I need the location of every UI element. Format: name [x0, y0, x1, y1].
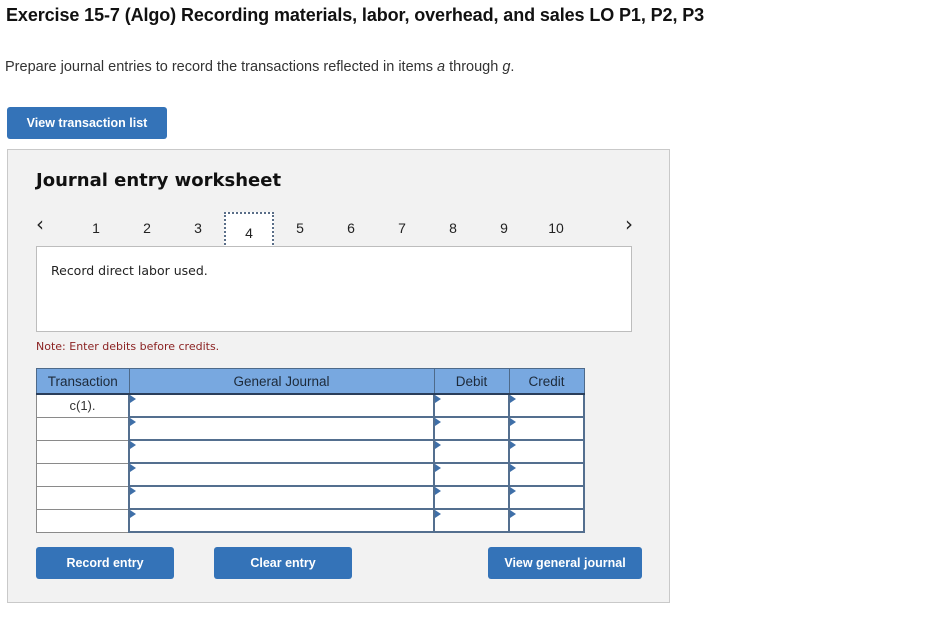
- journal-row: c(1).: [36, 393, 585, 418]
- transaction-description-box: Record direct labor used.: [36, 246, 632, 332]
- transaction-cell: c(1).: [36, 393, 130, 418]
- exercise-title: Exercise 15-7 (Algo) Recording materials…: [6, 5, 705, 25]
- credit-input[interactable]: [508, 416, 585, 441]
- debit-input[interactable]: [433, 508, 510, 533]
- transaction-description: Record direct labor used.: [51, 263, 208, 278]
- transaction-cell: [36, 508, 130, 533]
- debit-input[interactable]: [433, 416, 510, 441]
- debits-credits-note: Note: Enter debits before credits.: [36, 340, 220, 353]
- page-tab-9[interactable]: 9: [479, 212, 529, 244]
- header-credit: Credit: [508, 368, 585, 395]
- page-tab-6[interactable]: 6: [326, 212, 376, 244]
- page-tab-1[interactable]: 1: [71, 212, 121, 244]
- prev-page-icon[interactable]: ‹: [36, 212, 44, 236]
- account-input[interactable]: [128, 393, 435, 418]
- instruction-item-a: a: [437, 59, 446, 75]
- credit-input[interactable]: [508, 393, 585, 418]
- journal-row: [36, 462, 585, 487]
- journal-row: [36, 416, 585, 441]
- page-tab-7[interactable]: 7: [377, 212, 427, 244]
- debit-input[interactable]: [433, 393, 510, 418]
- credit-input[interactable]: [508, 439, 585, 464]
- journal-table: Transaction General Journal Debit Credit…: [36, 368, 585, 533]
- debit-input[interactable]: [433, 462, 510, 487]
- account-input[interactable]: [128, 485, 435, 510]
- journal-row: [36, 439, 585, 464]
- view-general-journal-button[interactable]: View general journal: [488, 547, 642, 579]
- worksheet-title: Journal entry worksheet: [36, 170, 282, 191]
- instruction-text: Prepare journal entries to record the tr…: [5, 59, 514, 75]
- view-transaction-list-button[interactable]: View transaction list: [7, 107, 167, 139]
- credit-input[interactable]: [508, 485, 585, 510]
- journal-header-row: Transaction General Journal Debit Credit: [36, 368, 585, 395]
- journal-row: [36, 508, 585, 533]
- account-input[interactable]: [128, 508, 435, 533]
- header-general-journal: General Journal: [128, 368, 435, 395]
- clear-entry-button[interactable]: Clear entry: [214, 547, 352, 579]
- next-page-icon[interactable]: ›: [625, 212, 633, 236]
- instruction-suffix: .: [510, 59, 515, 75]
- credit-input[interactable]: [508, 508, 585, 533]
- header-transaction: Transaction: [36, 368, 130, 395]
- account-input[interactable]: [128, 439, 435, 464]
- journal-row: [36, 485, 585, 510]
- transaction-cell: [36, 462, 130, 487]
- page-tab-5[interactable]: 5: [275, 212, 325, 244]
- transaction-cell: [36, 416, 130, 441]
- account-input[interactable]: [128, 416, 435, 441]
- worksheet-pager: ‹ 1 2 3 4 5 6 7 8 9 10 ›: [8, 206, 671, 252]
- debit-input[interactable]: [433, 485, 510, 510]
- page-tab-3[interactable]: 3: [173, 212, 223, 244]
- account-input[interactable]: [128, 462, 435, 487]
- debit-input[interactable]: [433, 439, 510, 464]
- instruction-prefix: Prepare journal entries to record the tr…: [5, 59, 437, 75]
- journal-entry-worksheet-panel: Journal entry worksheet ‹ 1 2 3 4 5 6 7 …: [7, 149, 670, 603]
- instruction-mid: through: [445, 59, 503, 75]
- transaction-cell: [36, 485, 130, 510]
- page-tab-8[interactable]: 8: [428, 212, 478, 244]
- header-debit: Debit: [433, 368, 510, 395]
- page-tab-10[interactable]: 10: [531, 212, 581, 244]
- transaction-cell: [36, 439, 130, 464]
- record-entry-button[interactable]: Record entry: [36, 547, 174, 579]
- credit-input[interactable]: [508, 462, 585, 487]
- page-tab-2[interactable]: 2: [122, 212, 172, 244]
